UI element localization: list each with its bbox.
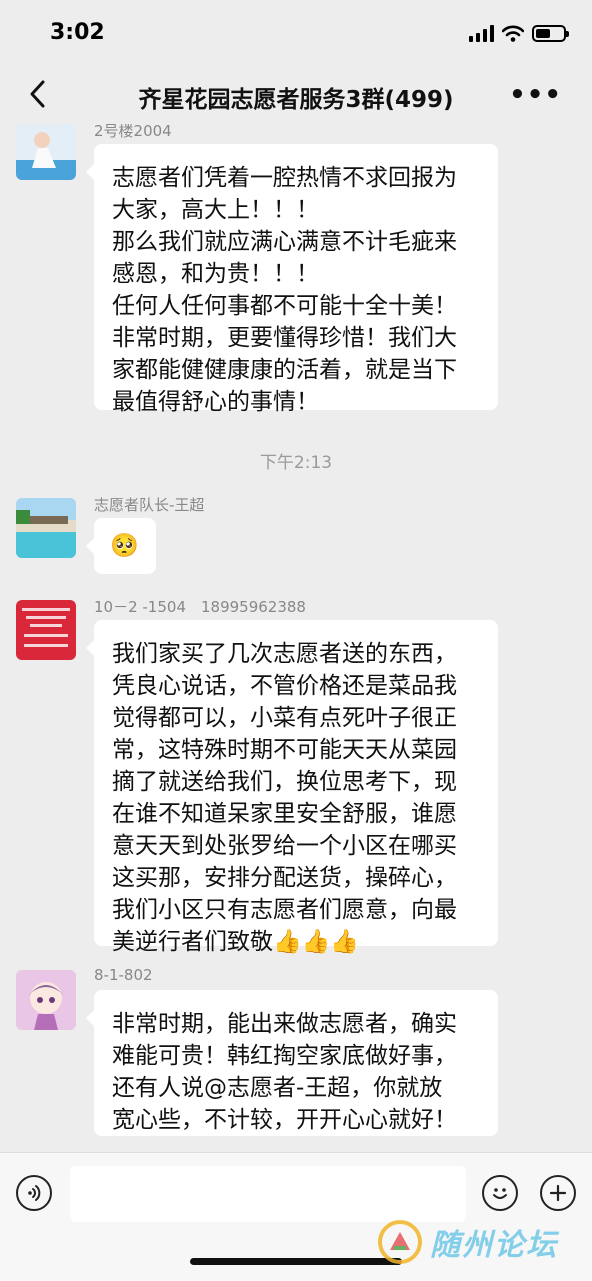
message-bubble[interactable]: 🥺 (86, 518, 156, 574)
status-bar: 3:02 (0, 0, 592, 66)
message-bubble[interactable]: 志愿者们凭着一腔热情不求回报为 大家，高大上！！！ 那么我们就应满心满意不计毛疵… (86, 144, 498, 415)
cellular-signal-icon (469, 24, 494, 42)
watermark-text: 随州论坛 (430, 1228, 558, 1263)
plus-icon (549, 1184, 567, 1202)
emoji-button[interactable] (482, 1175, 518, 1211)
avatar-cartoon-girl (16, 970, 76, 1030)
wifi-icon (502, 25, 524, 42)
chat-title: 齐星花园志愿者服务3群(499) (138, 87, 454, 113)
avatar[interactable] (16, 498, 76, 558)
more-options-button[interactable]: ••• (509, 80, 562, 110)
avatar[interactable] (16, 970, 76, 1030)
message-timestamp: 下午2:13 (259, 453, 333, 473)
avatar-photo-child (16, 124, 76, 180)
status-icons (469, 24, 569, 42)
avatar[interactable] (16, 124, 76, 180)
sender-name: 8-1-802 (94, 966, 153, 984)
sender-name: 2号楼2004 (94, 124, 172, 140)
status-time: 3:02 (50, 20, 105, 45)
chat-header: 齐星花园志愿者服务3群(499) ••• (0, 66, 592, 124)
avatar[interactable] (16, 600, 76, 660)
more-functions-button[interactable] (540, 1175, 576, 1211)
forum-logo-icon (378, 1220, 422, 1264)
message-bubble[interactable]: 非常时期，能出来做志愿者，确实 难能可贵！韩红掏空家底做好事， 还有人说@志愿者… (86, 990, 498, 1136)
sender-name: 10－2 -1504 18995962388 (94, 598, 306, 616)
message-list[interactable]: 2号楼2004 志愿者们凭着一腔热情不求回报为 大家，高大上！！！ 那么我们就应… (0, 124, 592, 1152)
battery-icon (532, 24, 569, 42)
emoji-icon (493, 1188, 507, 1199)
message-bubble[interactable]: 我们家买了几次志愿者送的东西， 凭良心说话，不管价格还是菜品我 觉得都可以，小菜… (86, 620, 498, 955)
voice-button[interactable] (16, 1175, 52, 1211)
home-indicator (190, 1258, 402, 1265)
avatar-red-poster (16, 600, 76, 660)
voice-icon (28, 1185, 41, 1201)
message-input[interactable] (70, 1166, 466, 1222)
forum-watermark: 随州论坛 (376, 1218, 558, 1266)
avatar-photo-pool (16, 498, 76, 558)
back-button[interactable] (24, 78, 54, 110)
sender-name: 志愿者队长-王超 (94, 496, 205, 514)
